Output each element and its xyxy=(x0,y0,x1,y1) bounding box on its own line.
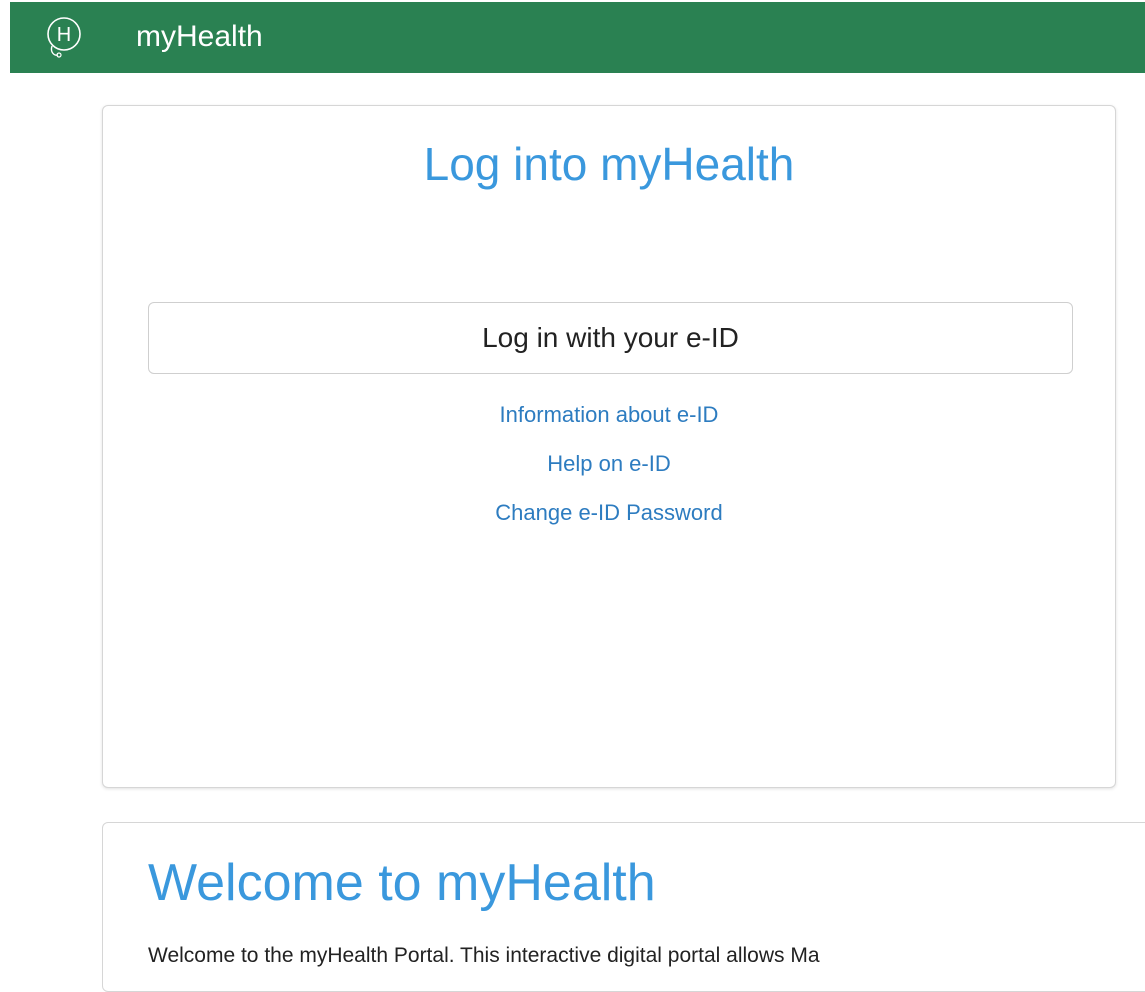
logo-letter: H xyxy=(57,24,71,46)
info-eid-link[interactable]: Information about e-ID xyxy=(103,402,1115,428)
login-title: Log into myHealth xyxy=(423,138,795,190)
welcome-text: Welcome to the myHealth Portal. This int… xyxy=(148,944,820,967)
welcome-title: Welcome to myHealth xyxy=(148,854,656,912)
top-navbar: H myHealth xyxy=(10,2,1145,73)
login-card: Log into myHealth Log in with your e-ID … xyxy=(102,105,1116,788)
change-eid-password-link[interactable]: Change e-ID Password xyxy=(103,500,1115,526)
login-eid-button[interactable]: Log in with your e-ID xyxy=(148,302,1073,374)
brand-name[interactable]: myHealth xyxy=(136,19,263,55)
help-eid-link[interactable]: Help on e-ID xyxy=(103,451,1115,477)
welcome-card: Welcome to myHealth Welcome to the myHea… xyxy=(102,822,1145,992)
myhealth-logo-icon[interactable]: H xyxy=(30,8,98,68)
eid-links: Information about e-ID Help on e-ID Chan… xyxy=(103,402,1115,549)
